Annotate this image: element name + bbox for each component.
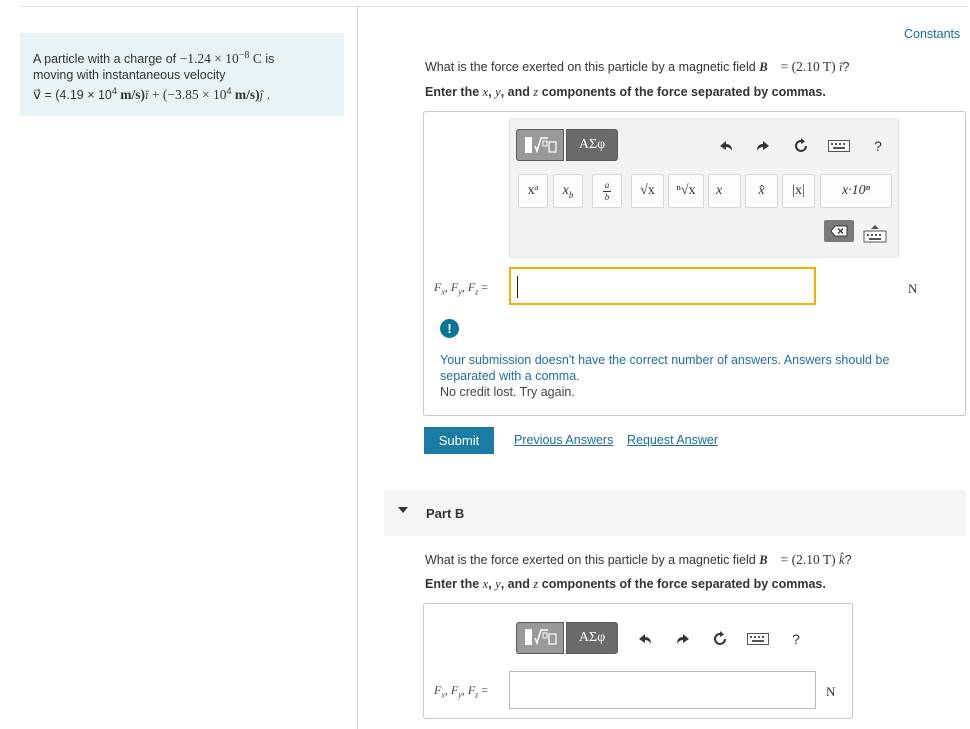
- problem-line-2: moving with instantaneous velocity: [33, 68, 226, 83]
- template-nth-root[interactable]: ⁿ√x: [668, 174, 704, 208]
- keyboard-toggle-icon[interactable]: [860, 220, 890, 246]
- undo-icon[interactable]: [714, 134, 738, 158]
- part-a-unit: N: [908, 281, 918, 296]
- template-superscript[interactable]: xᵃ: [518, 174, 548, 208]
- template-unit-vector[interactable]: x̂: [745, 174, 778, 208]
- matrix-icon: [522, 626, 558, 651]
- velocity-symbol: v⃗: [33, 87, 41, 103]
- keyboard-icon[interactable]: [827, 134, 851, 158]
- top-rule: [20, 6, 968, 7]
- problem-line-1: A particle with a charge of −1.24 × 10−8…: [33, 48, 332, 67]
- template-label: √x: [640, 183, 655, 198]
- charge-value: −1.24 × 10: [179, 51, 239, 67]
- warning-icon: !: [440, 319, 459, 338]
- instruction-text: , and: [500, 85, 534, 99]
- field-symbol: B⃗: [759, 553, 778, 567]
- problem-text: is: [261, 52, 275, 67]
- part-b-input-label: Fx, Fy, Fz =: [434, 683, 489, 700]
- column-divider: [357, 6, 358, 729]
- template-label: xᵃ: [527, 183, 539, 198]
- charge-unit: C: [252, 51, 262, 67]
- template-label: ab: [603, 179, 611, 202]
- instruction-text: Enter the: [425, 577, 483, 591]
- field-value: = (2.10 T): [777, 59, 839, 74]
- template-label: x̂: [758, 183, 765, 198]
- template-fraction[interactable]: ab: [592, 174, 622, 208]
- problem-text: .: [263, 88, 271, 103]
- problem-text: A particle with a charge of: [33, 52, 180, 67]
- help-icon[interactable]: ?: [784, 627, 808, 651]
- greek-label: ΑΣφ: [578, 630, 606, 645]
- template-label: xb: [562, 182, 574, 200]
- greek-symbols-button[interactable]: ΑΣφ: [566, 129, 618, 161]
- collapse-arrow-icon[interactable]: [398, 507, 408, 513]
- redo-icon[interactable]: [671, 627, 695, 651]
- instruction-text: components of the force separated by com…: [538, 85, 826, 99]
- template-vector[interactable]: x⃗: [708, 174, 741, 208]
- velocity-x: = (4.19 × 10: [41, 88, 112, 103]
- field-value: = (2.10 T): [777, 552, 839, 567]
- matrix-icon: [522, 134, 558, 156]
- template-subscript[interactable]: xb: [553, 174, 583, 208]
- greek-symbols-button[interactable]: ΑΣφ: [566, 622, 618, 654]
- part-b-unit: N: [826, 684, 836, 699]
- redo-icon[interactable]: [751, 134, 775, 158]
- charge-exponent: −8: [238, 50, 250, 61]
- question-text: What is the force exerted on this partic…: [425, 60, 760, 74]
- part-b-instruction: Enter the x, y, and z components of the …: [425, 577, 826, 592]
- part-a-question: What is the force exerted on this partic…: [425, 59, 849, 75]
- velocity-y-unit: m/s): [231, 87, 260, 103]
- reset-icon[interactable]: [708, 627, 732, 651]
- feedback-message-line-2: separated with a comma.: [440, 369, 580, 383]
- template-label: ⁿ√x: [676, 183, 696, 198]
- template-sqrt[interactable]: √x: [631, 174, 664, 208]
- constants-link[interactable]: Constants: [904, 27, 960, 41]
- matrix-template-button[interactable]: [516, 622, 564, 654]
- velocity-y: + (−3.85 × 10: [148, 87, 227, 103]
- field-symbol: B⃗: [759, 60, 778, 74]
- template-abs[interactable]: |x|: [782, 174, 815, 208]
- undo-icon[interactable]: [633, 627, 657, 651]
- backspace-icon[interactable]: [824, 220, 854, 242]
- problem-statement: A particle with a charge of −1.24 × 10−8…: [20, 33, 344, 116]
- part-a-input-label: Fx, Fy, Fz =: [434, 280, 489, 297]
- part-b-answer-input[interactable]: [509, 671, 816, 709]
- text-caret: [517, 276, 518, 298]
- part-b-header[interactable]: [384, 490, 966, 536]
- instruction-text: , and: [500, 577, 534, 591]
- help-icon[interactable]: ?: [866, 134, 890, 158]
- submit-button[interactable]: Submit: [424, 427, 494, 454]
- part-a-answer-input[interactable]: [509, 267, 816, 305]
- question-text: What is the force exerted on this partic…: [425, 553, 760, 567]
- part-a-instruction: Enter the x, y, and z components of the …: [425, 85, 826, 100]
- problem-line-3: v⃗ = (4.19 × 104 m/s)î + (−3.85 × 104 m/…: [33, 83, 332, 103]
- reset-icon[interactable]: [789, 134, 813, 158]
- request-answer-link[interactable]: Request Answer: [627, 433, 718, 447]
- matrix-template-button[interactable]: [516, 129, 564, 161]
- part-b-title[interactable]: Part B: [426, 506, 464, 521]
- question-text: ?: [844, 553, 852, 567]
- keyboard-icon[interactable]: [746, 627, 770, 651]
- template-label: |x|: [792, 183, 805, 198]
- velocity-x-unit: m/s): [116, 87, 146, 103]
- template-label: x⃗: [715, 183, 734, 198]
- feedback-message-line-1: Your submission doesn't have the correct…: [440, 353, 890, 367]
- instruction-text: Enter the: [425, 85, 483, 99]
- instruction-text: components of the force separated by com…: [538, 577, 826, 591]
- part-b-question: What is the force exerted on this partic…: [425, 552, 852, 568]
- greek-label: ΑΣφ: [578, 137, 606, 152]
- previous-answers-link[interactable]: Previous Answers: [514, 433, 613, 447]
- feedback-no-credit: No credit lost. Try again.: [440, 385, 575, 399]
- template-label: x·10ⁿ: [841, 183, 871, 198]
- template-scientific[interactable]: x·10ⁿ: [820, 174, 892, 208]
- question-text: ?: [842, 60, 850, 74]
